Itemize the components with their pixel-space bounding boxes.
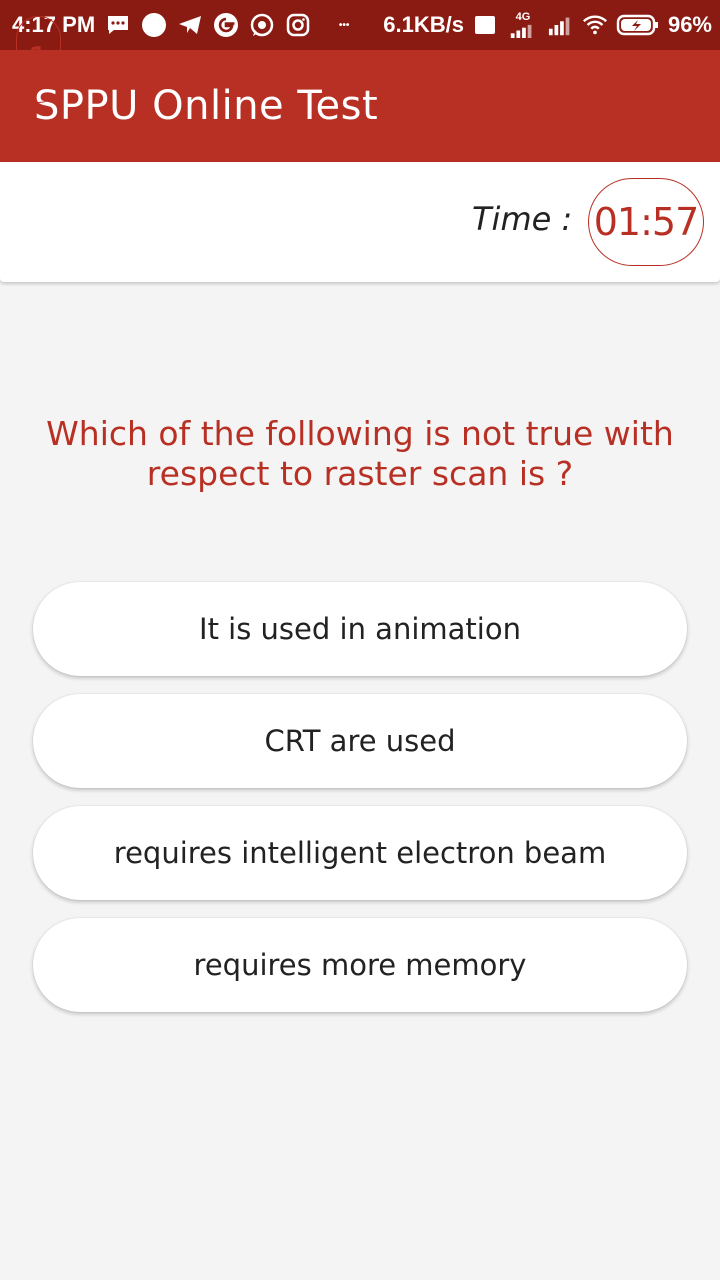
whatsapp-icon: [249, 12, 275, 38]
google-icon: [213, 12, 239, 38]
message-icon: [105, 12, 131, 38]
telegram-icon: [177, 12, 203, 38]
jio-icon: [141, 12, 167, 38]
wifi-icon: [582, 12, 608, 38]
network-speed: 6.1KB/s: [383, 12, 464, 37]
option-button-1[interactable]: It is used in animation: [33, 582, 687, 676]
question-text: Which of the following is not true with …: [46, 414, 674, 493]
more-dots-icon: •••: [338, 19, 350, 31]
countdown-timer: 01:57: [588, 178, 704, 266]
option-button-3[interactable]: requires intelligent electron beam: [33, 806, 687, 900]
app-bar: SPPU Online Test: [0, 50, 720, 162]
battery-percent: 96%: [667, 12, 712, 37]
app-title: SPPU Online Test: [34, 83, 379, 129]
time-label: Time :: [472, 200, 573, 238]
status-bar: 4:17 PM ••• 6.1KB/s 4G 96%: [0, 0, 720, 50]
signal-4g-icon: 4G: [506, 12, 540, 38]
option-button-4[interactable]: requires more memory: [33, 918, 687, 1012]
option-button-2[interactable]: CRT are used: [33, 694, 687, 788]
volte-icon: [472, 12, 498, 38]
signal-icon: [548, 12, 574, 38]
question-number-badge: 1: [16, 16, 61, 103]
network-type-label: 4G: [515, 11, 531, 23]
battery-charging-icon: [616, 12, 660, 38]
instagram-icon: [285, 12, 311, 38]
